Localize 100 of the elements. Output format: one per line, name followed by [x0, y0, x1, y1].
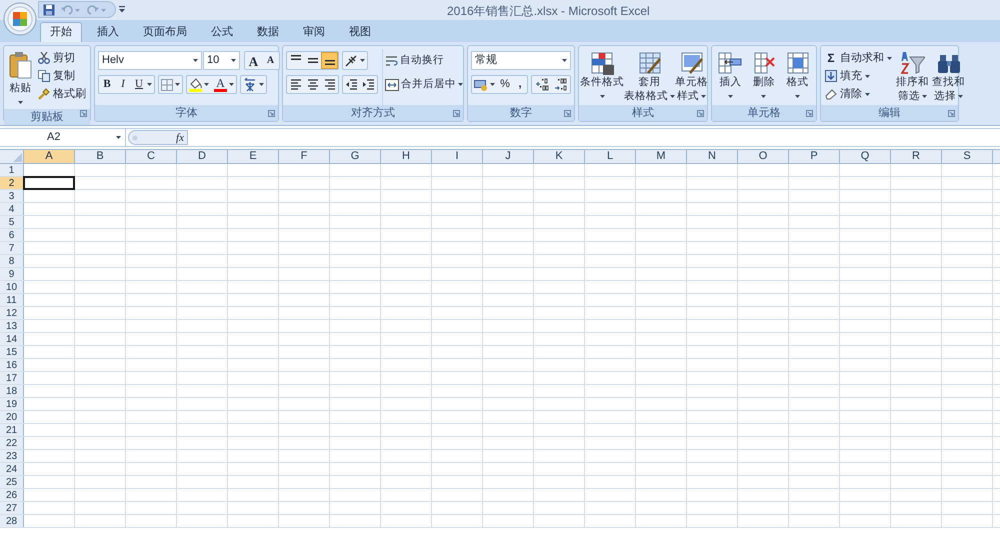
- dialog-launcher-icon[interactable]: [697, 110, 704, 117]
- row-header[interactable]: 21: [0, 424, 24, 436]
- format-button[interactable]: 格式: [786, 49, 810, 105]
- column-header[interactable]: F: [279, 150, 330, 163]
- ribbon-tab[interactable]: 视图: [340, 22, 380, 42]
- row-header[interactable]: 4: [0, 203, 24, 215]
- fill-button[interactable]: 填充: [824, 67, 893, 85]
- column-header[interactable]: J: [483, 150, 534, 163]
- resize-handle-icon[interactable]: [132, 134, 138, 140]
- column-header[interactable]: N: [687, 150, 738, 163]
- row-header[interactable]: 17: [0, 372, 24, 384]
- column-header[interactable]: C: [126, 150, 177, 163]
- row-header[interactable]: 14: [0, 333, 24, 345]
- column-header[interactable]: K: [534, 150, 585, 163]
- dialog-launcher-icon[interactable]: [80, 110, 87, 117]
- font-color-button[interactable]: A: [214, 78, 234, 92]
- row-header[interactable]: 8: [0, 255, 24, 267]
- comma-button[interactable]: ,: [513, 76, 527, 93]
- row-header[interactable]: 11: [0, 294, 24, 306]
- caret-icon: [701, 94, 706, 98]
- row-header[interactable]: 22: [0, 437, 24, 449]
- column-header[interactable]: E: [228, 150, 279, 163]
- ribbon-tab[interactable]: 插入: [88, 22, 128, 42]
- row-header[interactable]: 2: [0, 177, 24, 189]
- ribbon-tab[interactable]: 审阅: [294, 22, 334, 42]
- merge-center-button[interactable]: 合并后居中: [385, 75, 463, 94]
- underline-button[interactable]: U: [131, 76, 147, 93]
- orientation-button[interactable]: [342, 51, 368, 70]
- column-header[interactable]: O: [738, 150, 789, 163]
- format-painter-button[interactable]: 格式刷: [37, 85, 87, 103]
- row-header[interactable]: 9: [0, 268, 24, 280]
- insert-button[interactable]: 插入: [718, 49, 742, 105]
- row-header[interactable]: 24: [0, 463, 24, 475]
- autosum-button[interactable]: Σ 自动求和: [824, 49, 893, 67]
- row-header[interactable]: 7: [0, 242, 24, 254]
- column-header[interactable]: Q: [840, 150, 891, 163]
- font-size-field[interactable]: 10: [203, 51, 240, 70]
- row-header[interactable]: 12: [0, 307, 24, 319]
- row-header[interactable]: 13: [0, 320, 24, 332]
- font-name-field[interactable]: Helv: [98, 51, 202, 70]
- copy-button[interactable]: 复制: [37, 67, 87, 85]
- row-header[interactable]: 23: [0, 450, 24, 462]
- column-header[interactable]: H: [381, 150, 432, 163]
- row-header[interactable]: 18: [0, 385, 24, 397]
- fill-color-button[interactable]: [189, 78, 209, 92]
- dialog-launcher-icon[interactable]: [806, 110, 813, 117]
- cut-button[interactable]: 剪切: [37, 49, 87, 67]
- row-header[interactable]: 16: [0, 359, 24, 371]
- customize-menu-icon[interactable]: [119, 6, 125, 13]
- shrink-font-button[interactable]: A: [262, 52, 279, 69]
- row-header[interactable]: 10: [0, 281, 24, 293]
- column-header[interactable]: M: [636, 150, 687, 163]
- bottom-align-button[interactable]: [321, 52, 338, 69]
- dialog-launcher-icon[interactable]: [564, 110, 571, 117]
- sort-filter-button[interactable]: 排序和 筛选: [896, 49, 929, 105]
- format-as-table-button[interactable]: 套用 表格格式: [624, 49, 675, 105]
- row-header[interactable]: 5: [0, 216, 24, 228]
- insert-function-button[interactable]: fx: [176, 132, 184, 144]
- row-header[interactable]: 28: [0, 515, 24, 527]
- ribbon-tab[interactable]: 数据: [248, 22, 288, 42]
- bold-button[interactable]: B: [99, 76, 115, 93]
- row-header[interactable]: 3: [0, 190, 24, 202]
- row-header[interactable]: 19: [0, 398, 24, 410]
- delete-button[interactable]: 删除: [752, 49, 776, 105]
- ribbon-tab[interactable]: 开始: [40, 22, 82, 42]
- conditional-format-button[interactable]: 条件格式: [580, 49, 624, 105]
- column-header[interactable]: L: [585, 150, 636, 163]
- paste-button[interactable]: 粘贴: [7, 49, 34, 109]
- find-select-button[interactable]: 查找和 选择: [932, 49, 965, 105]
- dialog-launcher-icon[interactable]: [268, 110, 275, 117]
- row-header[interactable]: 1: [0, 164, 24, 176]
- number-format-field[interactable]: 常规: [471, 51, 571, 70]
- column-header[interactable]: G: [330, 150, 381, 163]
- column-header[interactable]: D: [177, 150, 228, 163]
- percent-button[interactable]: %: [497, 76, 513, 93]
- column-header[interactable]: S: [942, 150, 993, 163]
- name-box[interactable]: A2: [0, 129, 126, 146]
- row-header[interactable]: 6: [0, 229, 24, 241]
- grow-font-button[interactable]: A: [245, 52, 262, 69]
- column-header[interactable]: I: [432, 150, 483, 163]
- row-header[interactable]: 25: [0, 476, 24, 488]
- save-icon[interactable]: [43, 4, 55, 16]
- italic-button[interactable]: I: [115, 76, 131, 93]
- column-header[interactable]: P: [789, 150, 840, 163]
- wrap-text-button[interactable]: 自动换行: [385, 51, 463, 70]
- dialog-launcher-icon[interactable]: [948, 110, 955, 117]
- clear-button[interactable]: 清除: [824, 85, 893, 103]
- dialog-launcher-icon[interactable]: [453, 110, 460, 117]
- currency-button[interactable]: [472, 78, 497, 90]
- row-header[interactable]: 27: [0, 502, 24, 514]
- ribbon-tab[interactable]: 公式: [202, 22, 242, 42]
- row-header[interactable]: 20: [0, 411, 24, 423]
- row-header[interactable]: 15: [0, 346, 24, 358]
- column-header[interactable]: A: [24, 150, 75, 163]
- column-header[interactable]: B: [75, 150, 126, 163]
- column-header[interactable]: R: [891, 150, 942, 163]
- row-header[interactable]: 26: [0, 489, 24, 501]
- phonetic-button[interactable]: [240, 75, 267, 94]
- cell-styles-button[interactable]: 单元格 样式: [675, 49, 708, 105]
- ribbon-tab[interactable]: 页面布局: [134, 22, 196, 42]
